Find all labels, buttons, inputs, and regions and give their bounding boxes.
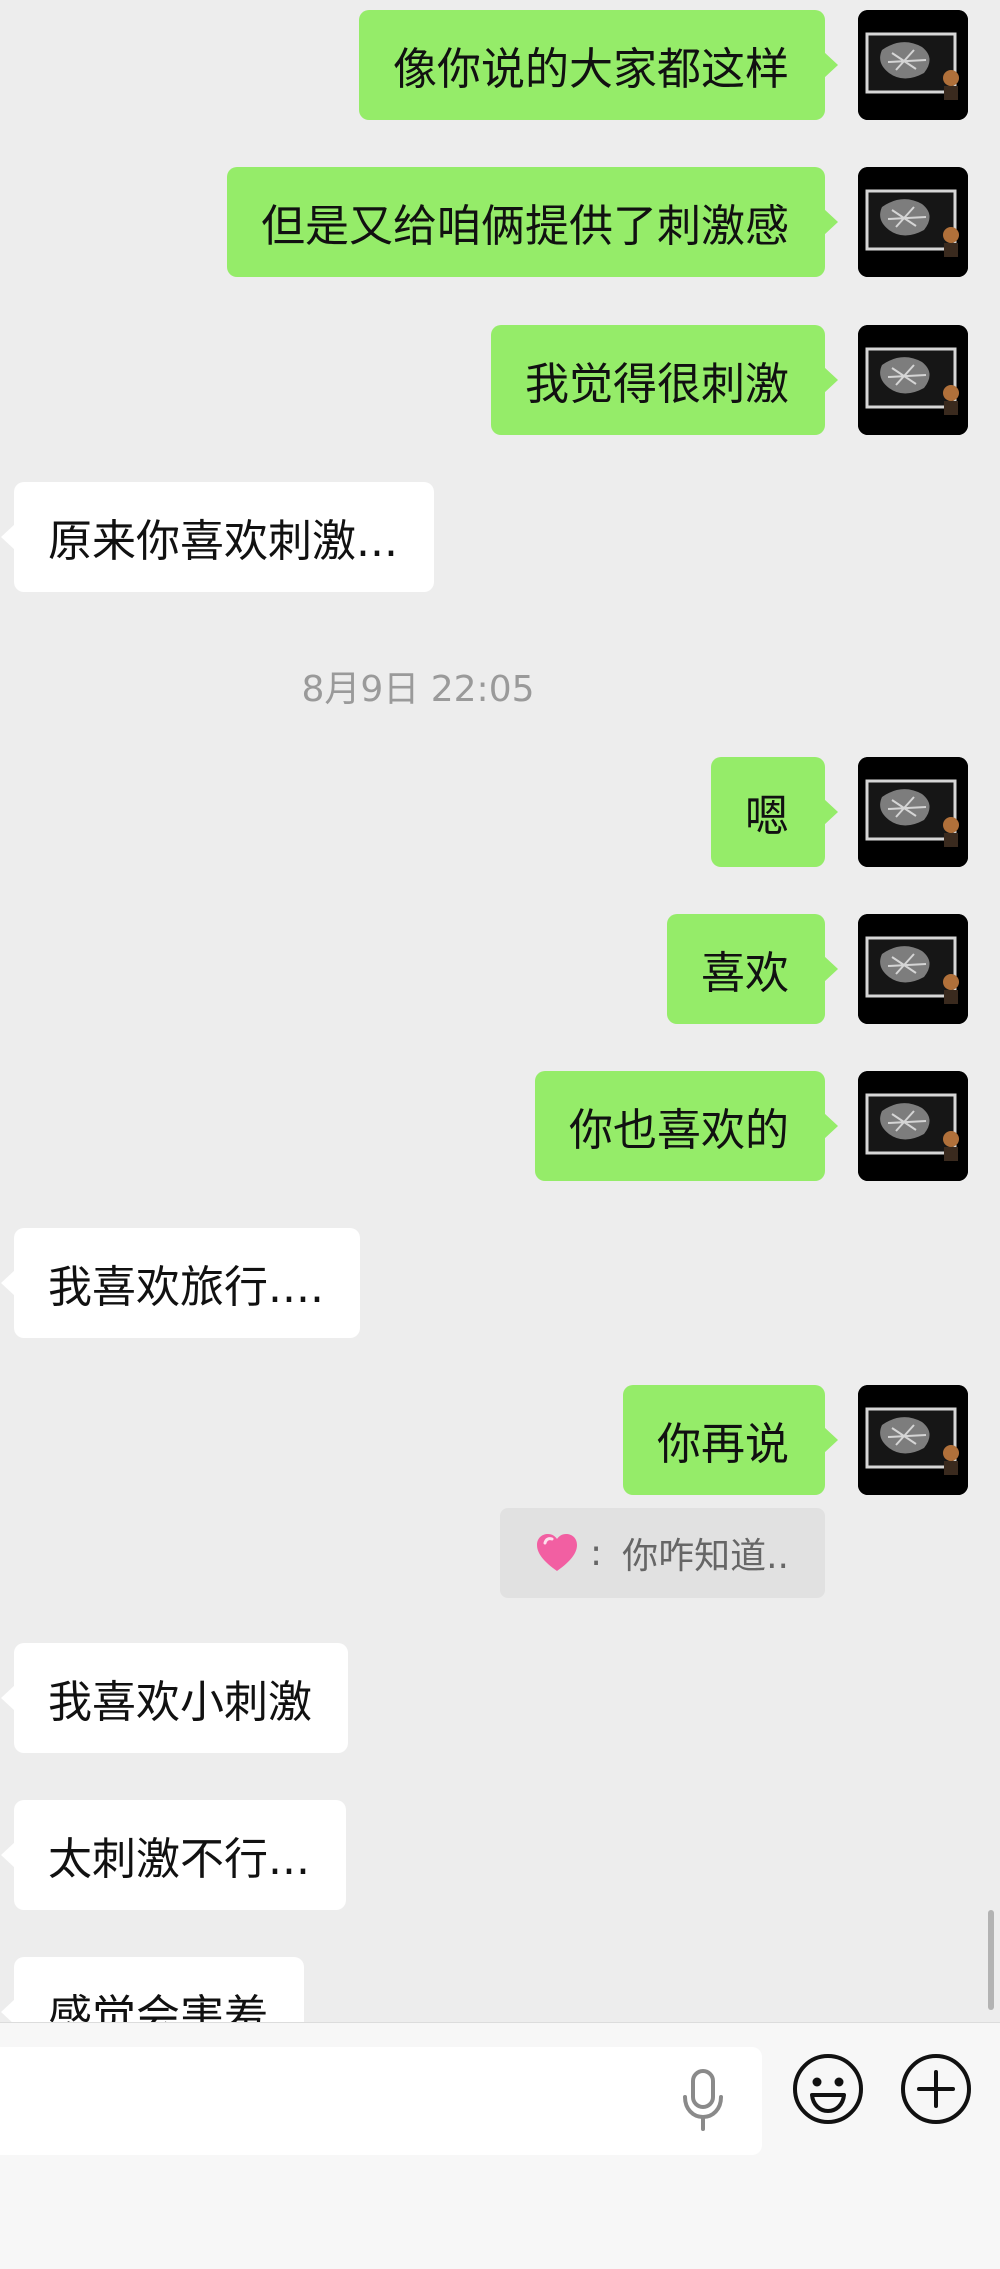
microphone-icon[interactable] xyxy=(680,2069,726,2133)
avatar-image xyxy=(858,1071,968,1181)
my-avatar[interactable] xyxy=(858,167,968,277)
sent-message-bubble[interactable]: 你再说 xyxy=(623,1385,838,1495)
input-bar xyxy=(0,2022,1000,2269)
sent-message-bubble[interactable]: 你也喜欢的 xyxy=(535,1071,838,1181)
sent-message-bubble[interactable]: 我觉得很刺激 xyxy=(491,325,838,435)
message-timestamp: 8月9日 22:05 xyxy=(301,669,535,710)
received-message-bubble[interactable]: 原来你喜欢刺激... xyxy=(1,482,434,592)
avatar-image xyxy=(858,167,968,277)
my-avatar[interactable] xyxy=(858,325,968,435)
emoji-icon[interactable] xyxy=(792,2053,864,2125)
sent-message-bubble[interactable]: 喜欢 xyxy=(667,914,838,1024)
avatar-image xyxy=(858,1385,968,1495)
quoted-reply[interactable]: : 你咋知道.. xyxy=(499,1508,825,1598)
avatar-image xyxy=(858,757,968,867)
message-input[interactable] xyxy=(0,2047,762,2155)
sent-message-bubble[interactable]: 像你说的大家都这样 xyxy=(359,10,838,120)
sent-message-bubble[interactable]: 但是又给咱俩提供了刺激感 xyxy=(227,167,838,277)
received-message-bubble[interactable]: 感觉会害羞 xyxy=(1,1957,304,2022)
avatar-image xyxy=(858,10,968,120)
avatar-image xyxy=(858,325,968,435)
quote-text: 你咋知道.. xyxy=(622,1536,789,1577)
avatar-image xyxy=(858,914,968,1024)
chat-history[interactable]: 像你说的大家都这样 但是又给咱俩提供了刺激感 我觉得很刺激 原来你喜欢刺激...… xyxy=(0,0,1000,2022)
sent-message-bubble[interactable]: 嗯 xyxy=(711,757,838,867)
quote-separator: : xyxy=(589,1532,603,1574)
my-avatar[interactable] xyxy=(858,10,968,120)
received-message-bubble[interactable]: 我喜欢旅行.... xyxy=(1,1228,360,1338)
chat-scrollbar[interactable] xyxy=(988,1910,994,2010)
my-avatar[interactable] xyxy=(858,1385,968,1495)
plus-icon[interactable] xyxy=(900,2053,972,2125)
my-avatar[interactable] xyxy=(858,1071,968,1181)
my-avatar[interactable] xyxy=(858,757,968,867)
received-message-bubble[interactable]: 太刺激不行... xyxy=(1,1800,346,1910)
heart-icon xyxy=(534,1530,580,1576)
my-avatar[interactable] xyxy=(858,914,968,1024)
received-message-bubble[interactable]: 我喜欢小刺激 xyxy=(1,1643,348,1753)
